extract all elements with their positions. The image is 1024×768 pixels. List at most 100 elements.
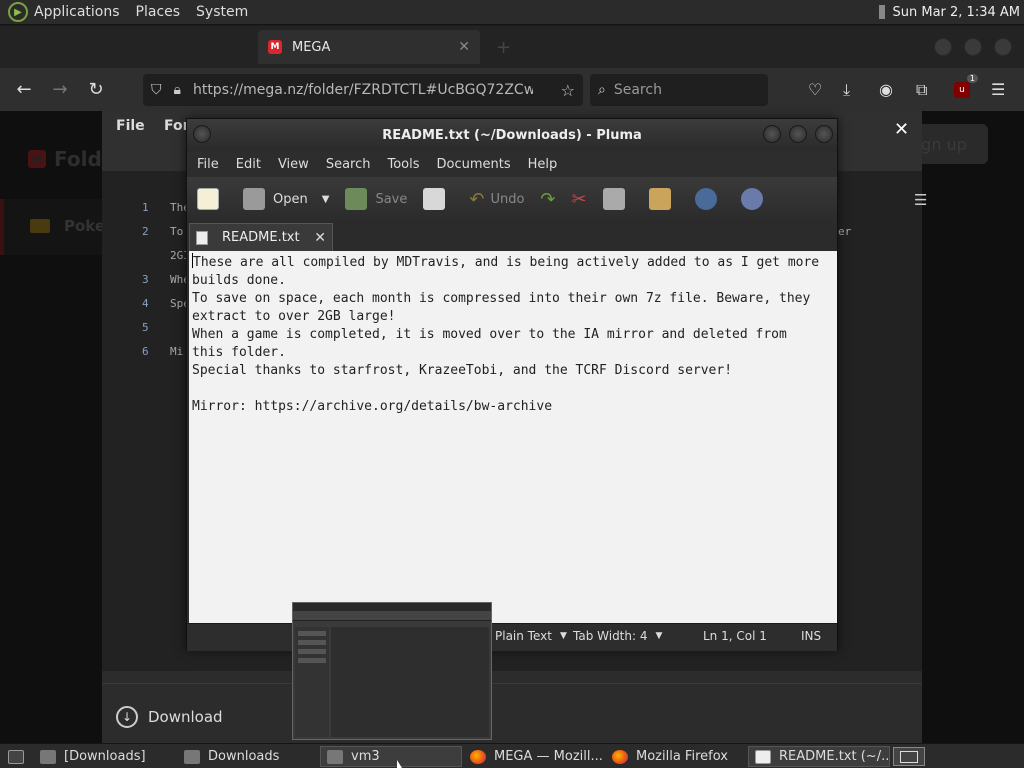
top-panel: ▶ Applications Places System Sun Mar 2, … [0,0,1024,25]
redo-button[interactable]: ↷ [540,189,555,210]
tab-close-icon[interactable]: ✕ [458,39,470,55]
new-document-button[interactable] [197,188,227,210]
mate-logo-icon[interactable]: ▶ [8,2,28,22]
ublock-badge: 1 [966,73,978,83]
text-document-icon [196,230,208,245]
menu-documents[interactable]: Documents [437,157,511,172]
syntax-mode-dropdown[interactable]: Plain Text ▼ [495,629,567,643]
window-menu-button[interactable] [193,125,211,143]
pluma-menubar: File Edit View Search Tools Documents He… [187,151,837,177]
close-window-button[interactable] [815,125,833,143]
pluma-statusbar: Plain Text ▼ Tab Width: 4 ▼ Ln 1, Col 1 … [187,623,837,651]
print-button[interactable] [423,188,453,210]
menu-places[interactable]: Places [136,4,181,20]
taskbar-item-mega-firefox[interactable]: MEGA — Mozill... [464,746,604,767]
url-bar[interactable]: ⛉ 🔒︎ https://mega.nz/folder/FZRDTCTL#UcB… [143,74,583,106]
pluma-titlebar[interactable]: README.txt (~/Downloads) - Pluma [187,119,837,151]
pocket-icon[interactable]: ♡ [808,68,822,111]
editor-content: These are all compiled by MDTravis, and … [192,255,820,414]
save-button[interactable]: Save [345,188,407,210]
taskbar-item-mozilla-firefox[interactable]: Mozilla Firefox [606,746,746,767]
panel-applet-icon[interactable] [878,5,885,19]
open-button[interactable]: Open ▼ [243,188,329,210]
minimize-button[interactable] [934,38,952,56]
copy-icon [602,188,625,210]
tab-close-icon[interactable]: ✕ [314,230,326,246]
bookmark-star-icon[interactable]: ☆ [561,81,575,100]
ublock-origin-icon[interactable]: u1 [954,68,978,111]
minimize-button[interactable] [763,125,781,143]
download-button[interactable]: ↓ Download [116,706,223,728]
url-text[interactable]: https://mega.nz/folder/FZRDTCTL#UcBGQ72Z… [193,82,533,98]
window-thumbnail-preview[interactable] [292,602,492,740]
extensions-icon[interactable]: ⧉ [916,68,927,111]
firefox-icon [612,749,628,764]
open-dropdown-icon[interactable]: ▼ [322,194,330,205]
menu-system[interactable]: System [196,4,248,20]
line-text: Mi [170,345,184,358]
maximize-button[interactable] [789,125,807,143]
menu-file[interactable]: File [197,157,219,172]
show-desktop-icon [8,749,24,764]
maximize-button[interactable] [964,38,982,56]
document-tab-label: README.txt [222,230,300,245]
paste-icon [648,188,671,210]
clock[interactable]: Sun Mar 2, 1:34 AM [893,5,1021,20]
pluma-window: README.txt (~/Downloads) - Pluma File Ed… [186,118,838,651]
list-view-icon[interactable]: ☰ [914,191,927,209]
search-bar[interactable]: ⌕ Search [590,74,768,106]
paste-button[interactable] [648,188,679,210]
text-editor[interactable]: These are all compiled by MDTravis, and … [189,251,837,623]
taskbar-item-label: vm3 [351,749,380,764]
undo-icon: ↶ [469,188,485,210]
copy-button[interactable] [602,188,633,210]
new-tab-icon[interactable]: + [496,37,511,58]
replace-icon [740,188,763,210]
thumbnail-line [298,649,326,654]
forward-arrow-icon[interactable]: → [42,79,78,100]
thumbnail-line [298,640,326,645]
menu-view[interactable]: View [278,157,309,172]
undo-button[interactable]: ↶ Undo [469,189,524,210]
workspace-switcher[interactable] [893,747,925,766]
menu-applications[interactable]: Applications [34,4,120,20]
viewer-menu-file[interactable]: File [116,118,145,134]
find-button[interactable] [694,188,725,210]
taskbar-item-label: Downloads [208,749,280,764]
mega-sidebar-label: Poke [64,217,106,235]
taskbar-item-downloads[interactable]: Downloads [178,746,318,767]
menu-help[interactable]: Help [528,157,558,172]
cut-icon: ✂ [571,188,587,210]
downloads-icon[interactable]: ⤓ [843,68,850,111]
reload-icon[interactable]: ↻ [78,79,114,100]
cursor-position: Ln 1, Col 1 [703,629,767,643]
taskbar-item-downloads-bracket[interactable]: [Downloads] [34,746,174,767]
line-number: 4 [142,297,149,310]
line-text: To [170,225,184,238]
viewer-close-icon[interactable]: ✕ [894,119,909,140]
back-arrow-icon[interactable]: ← [6,79,42,100]
document-tab[interactable]: README.txt ✕ [189,223,333,251]
lock-icon[interactable]: 🔒︎ [174,82,181,98]
taskbar-item-readme-pluma[interactable]: README.txt (~/... [748,746,890,767]
chevron-down-icon: ▼ [655,631,663,641]
taskbar-item-vm3[interactable]: vm3 [320,746,462,767]
mega-sidebar-item[interactable]: Poke [0,199,106,255]
menu-edit[interactable]: Edit [236,157,261,172]
mouse-pointer-icon [397,760,402,768]
replace-button[interactable] [740,188,771,210]
show-desktop-button[interactable] [2,746,32,767]
tab-background[interactable] [0,30,258,64]
line-number: 2 [142,225,149,238]
thumbnail-main [331,627,489,737]
menu-tools[interactable]: Tools [387,157,419,172]
cut-button[interactable]: ✂ [572,189,587,210]
tab-width-dropdown[interactable]: Tab Width: 4 ▼ [573,629,662,643]
tab-mega[interactable]: M MEGA ✕ [258,30,480,64]
close-window-button[interactable] [994,38,1012,56]
hamburger-menu-icon[interactable]: ☰ [991,68,1005,111]
shield-icon[interactable]: ⛉ [151,82,162,98]
account-icon[interactable]: ◉ [879,68,893,111]
menu-search[interactable]: Search [326,157,371,172]
syntax-mode-label: Plain Text [495,629,552,643]
